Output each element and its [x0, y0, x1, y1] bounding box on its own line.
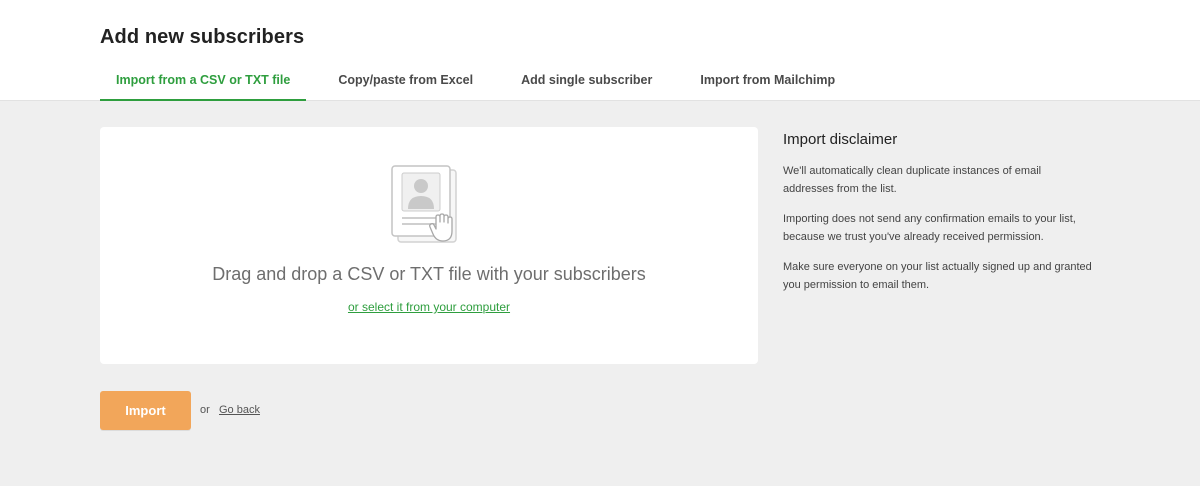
tab-import-csv-txt[interactable]: Import from a CSV or TXT file — [100, 60, 307, 101]
contact-file-hand-icon — [391, 165, 457, 243]
tab-bar: Import from a CSV or TXT file Copy/paste… — [100, 60, 851, 101]
select-file-link-wrapper: or select it from your computer — [100, 300, 758, 314]
dropzone-instructions: Drag and drop a CSV or TXT file with you… — [212, 264, 646, 284]
tab-import-mailchimp[interactable]: Import from Mailchimp — [684, 60, 851, 101]
disclaimer-paragraph: Make sure everyone on your list actually… — [783, 261, 1092, 291]
disclaimer-title: Import disclaimer — [783, 131, 898, 148]
import-button[interactable]: Import — [100, 391, 191, 430]
tab-add-single-subscriber[interactable]: Add single subscriber — [505, 60, 668, 101]
disclaimer-paragraph: We'll automatically clean duplicate inst… — [783, 165, 1042, 195]
disclaimer-paragraph: Importing does not send any confirmation… — [783, 213, 1076, 243]
go-back-link[interactable]: Go back — [219, 404, 260, 416]
select-file-link[interactable]: or select it from your computer — [348, 300, 510, 314]
or-separator: or — [200, 404, 210, 416]
page-header: Add new subscribers Import from a CSV or… — [0, 0, 1200, 101]
import-disclaimer: Import disclaimer We'll automatically cl… — [783, 131, 1093, 306]
page-title: Add new subscribers — [100, 26, 305, 48]
file-dropzone[interactable]: Drag and drop a CSV or TXT file with you… — [100, 127, 758, 364]
tab-copy-paste-excel[interactable]: Copy/paste from Excel — [322, 60, 489, 101]
